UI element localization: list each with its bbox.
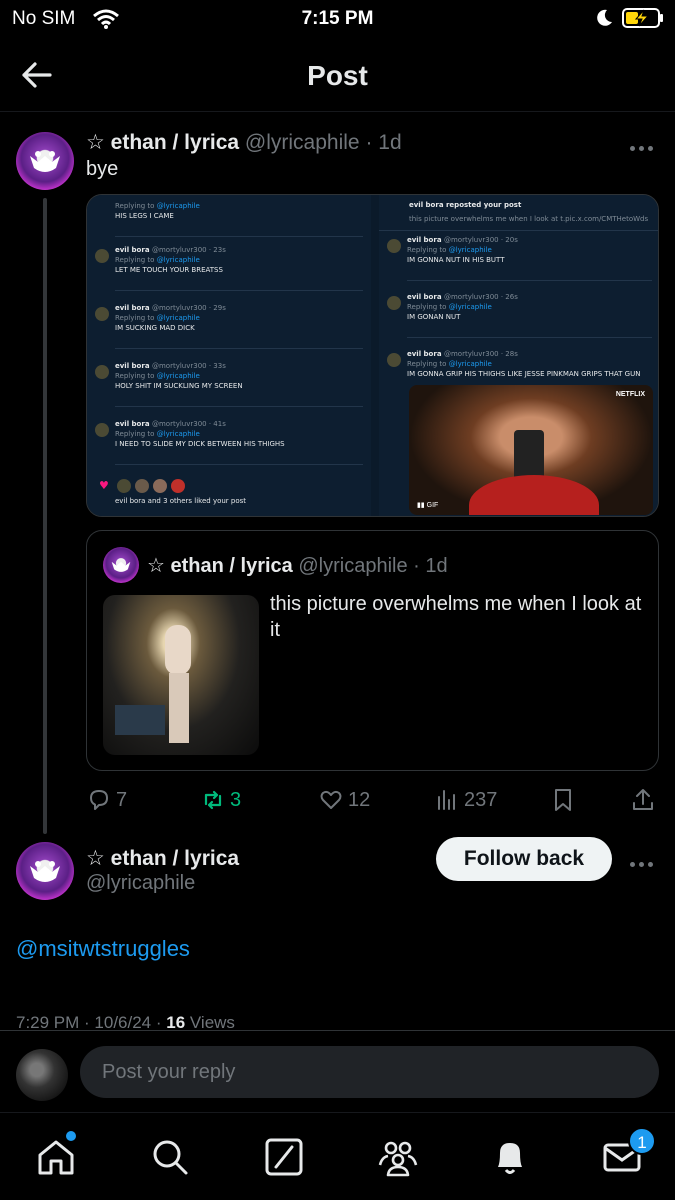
separator-dot: · — [413, 555, 420, 577]
quoted-post[interactable]: ☆ ethan / lyrica @lyricaphile · 1d this … — [86, 530, 659, 771]
views-label: Views — [185, 1013, 235, 1029]
mini-tweet: evil bora @mortyluvr300 · 20s Replying to… — [379, 233, 658, 289]
post-text: bye — [86, 158, 119, 180]
bookmark-button[interactable] — [550, 784, 576, 816]
post-timestamp: 7:29 PM · 10/6/24 · — [16, 1013, 167, 1029]
status-bar: No SIM 7:15 PM — [0, 0, 675, 40]
mini-tweet: Replying to @lyricaphile HIS LEGS I CAME — [87, 195, 371, 237]
repost-icon — [204, 790, 222, 810]
tab-grok[interactable] — [262, 1135, 306, 1179]
more-options-icon[interactable] — [630, 138, 660, 151]
reply-author-name-row: ☆ ethan / lyrica — [86, 846, 239, 871]
mention-link[interactable]: @msitwtstruggles — [16, 936, 190, 962]
home-notification-dot — [66, 1131, 76, 1141]
media-left-screenshot[interactable]: Replying to @lyricaphile HIS LEGS I CAME … — [87, 195, 371, 516]
reply-author-handle[interactable]: @lyricaphile — [86, 872, 195, 895]
analytics-icon — [438, 790, 455, 810]
mini-tweet: evil bora @mortyluvr300 · 23s Replying to… — [87, 243, 371, 300]
tab-communities[interactable] — [376, 1135, 420, 1179]
repost-button[interactable]: 3 — [200, 784, 241, 816]
like-count: 12 — [348, 788, 371, 811]
likes-notification: ♥ evil bora and 3 others liked your post — [99, 479, 247, 505]
more-options-icon[interactable] — [630, 854, 660, 867]
reply-composer — [0, 1030, 675, 1112]
star-glyph: ☆ — [86, 847, 105, 870]
reply-author-avatar[interactable] — [16, 842, 74, 900]
post-time: 1d — [378, 131, 402, 154]
repost-header: evil bora reposted your post this pictur… — [379, 195, 658, 231]
netflix-label: NETFLIX — [615, 391, 645, 398]
star-glyph: ☆ — [86, 131, 105, 154]
mini-tweet: evil bora @mortyluvr300 · 33s Replying to… — [87, 359, 371, 416]
quoted-image[interactable] — [103, 595, 259, 755]
top-nav: Post — [0, 40, 675, 112]
views-button[interactable]: 237 — [434, 784, 497, 816]
moon-icon — [597, 9, 612, 26]
tab-home[interactable] — [34, 1135, 78, 1179]
views-number: 16 — [166, 1013, 186, 1029]
repost-count: 3 — [230, 788, 242, 811]
post-actions: 7 3 12 237 — [86, 784, 659, 816]
author-name[interactable]: ethan / lyrica — [111, 131, 239, 154]
mini-tweet: evil bora @mortyluvr300 · 26s Replying to… — [379, 290, 658, 346]
reply-input[interactable] — [80, 1046, 659, 1098]
my-avatar — [16, 1049, 68, 1101]
mini-tweet: evil bora @mortyluvr300 · 29s Replying to… — [87, 301, 371, 358]
post-author-row: ☆ ethan / lyrica @lyricaphile · 1d — [86, 130, 402, 155]
quoted-author-name: ethan / lyrica — [170, 555, 293, 577]
reply-icon — [90, 790, 108, 810]
reply-count: 7 — [116, 788, 128, 811]
bottom-tab-bar: 1 — [0, 1112, 675, 1200]
quoted-author-avatar — [103, 547, 139, 583]
media-right-screenshot[interactable]: evil bora reposted your post this pictur… — [379, 195, 658, 516]
quoted-author-row: ☆ ethan / lyrica @lyricaphile · 1d — [147, 553, 448, 578]
thread-connector — [43, 198, 47, 834]
post-metadata: 7:29 PM · 10/6/24 · 16 Views — [16, 1013, 235, 1029]
heart-icon — [320, 790, 342, 809]
battery-charging-icon — [622, 8, 663, 28]
gif-thumbnail[interactable]: NETFLIX ▮▮ GIF — [409, 385, 653, 515]
view-count: 237 — [464, 788, 498, 811]
author-handle[interactable]: @lyricaphile — [245, 131, 360, 154]
like-button[interactable]: 12 — [318, 784, 370, 816]
bookmark-icon — [555, 789, 571, 811]
quoted-post-time: 1d — [425, 555, 448, 577]
mini-tweet: evil bora @mortyluvr300 · 28s Replying to… — [379, 347, 658, 387]
quoted-post-text: this picture overwhelms me when I look a… — [270, 593, 642, 641]
separator-dot: · — [365, 131, 373, 154]
clock: 7:15 PM — [301, 8, 374, 29]
tab-notifications[interactable] — [488, 1135, 532, 1179]
post-media[interactable]: Replying to @lyricaphile HIS LEGS I CAME … — [86, 194, 659, 517]
mini-tweet: evil bora @mortyluvr300 · 41s Replying to… — [87, 417, 371, 474]
follow-back-button[interactable]: Follow back — [436, 837, 612, 881]
home-icon — [38, 1140, 74, 1175]
share-button[interactable] — [630, 784, 656, 816]
grok-icon — [265, 1138, 303, 1176]
messages-badge: 1 — [628, 1127, 656, 1155]
communities-icon — [378, 1141, 418, 1177]
quoted-author-handle: @lyricaphile — [298, 555, 408, 577]
tab-search[interactable] — [148, 1135, 192, 1179]
star-glyph: ☆ — [147, 555, 165, 577]
page-title: Post — [307, 60, 368, 91]
reply-author-name[interactable]: ethan / lyrica — [111, 847, 239, 870]
author-avatar[interactable] — [16, 132, 74, 190]
gif-label: ▮▮ GIF — [417, 502, 439, 509]
search-icon — [153, 1140, 188, 1175]
reply-button[interactable]: 7 — [86, 784, 127, 816]
share-icon — [633, 789, 653, 810]
bell-icon — [498, 1143, 522, 1174]
